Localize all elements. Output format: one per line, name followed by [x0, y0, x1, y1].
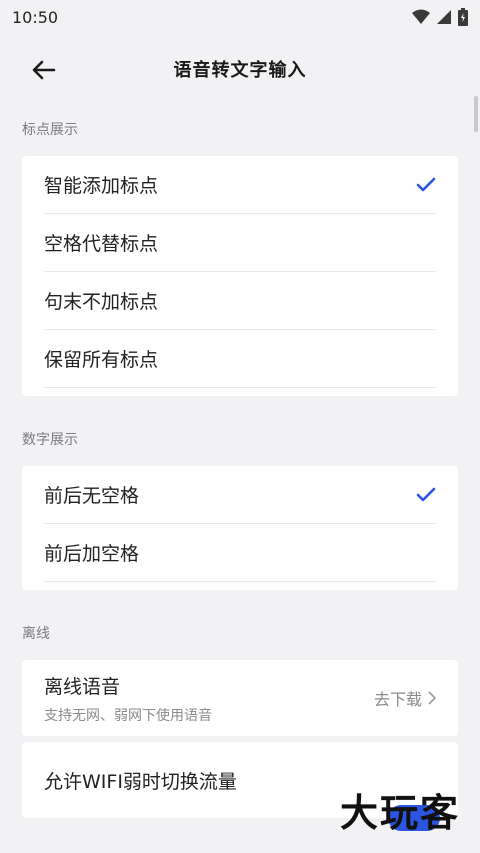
download-link[interactable]: 去下载: [374, 686, 436, 710]
punctuation-card: 智能添加标点 空格代替标点 句末不加标点 保留所有标点: [22, 156, 458, 396]
status-icons: [412, 8, 468, 26]
option-label: 空格代替标点: [44, 233, 159, 255]
page-title: 语音转文字输入: [173, 60, 307, 81]
option-no-end-punctuation[interactable]: 句末不加标点: [44, 272, 436, 330]
section-title-punctuation: 标点展示: [22, 122, 78, 138]
scrollbar[interactable]: [474, 96, 478, 132]
watermark-logo: 大玩客: [339, 790, 460, 835]
option-label: 句末不加标点: [44, 291, 159, 313]
arrow-left-icon: [32, 60, 56, 80]
offline-voice-label: 离线语音: [44, 675, 121, 698]
option-no-space[interactable]: 前后无空格: [44, 466, 436, 524]
wifi-switch-label: 允许WIFI弱时切换流量: [44, 770, 237, 793]
option-label: 保留所有标点: [44, 349, 159, 371]
offline-voice-description: 支持无网、弱网下使用语音: [44, 707, 212, 724]
checkmark-icon: [416, 487, 436, 503]
option-label: 前后无空格: [44, 485, 140, 507]
signal-icon: [437, 10, 451, 24]
battery-icon: [458, 8, 468, 26]
offline-voice-row[interactable]: 离线语音 支持无网、弱网下使用语音 去下载: [44, 660, 436, 736]
download-label: 去下载: [373, 690, 422, 709]
checkmark-icon: [416, 177, 436, 193]
option-smart-punctuation[interactable]: 智能添加标点: [44, 156, 436, 214]
option-label: 前后加空格: [44, 543, 140, 565]
option-space-punctuation[interactable]: 空格代替标点: [44, 214, 436, 272]
option-keep-all-punctuation[interactable]: 保留所有标点: [44, 330, 436, 388]
option-label: 智能添加标点: [44, 175, 159, 197]
chevron-right-icon: [428, 691, 436, 705]
numbers-card: 前后无空格 前后加空格: [22, 466, 458, 590]
status-bar: 10:50: [0, 0, 480, 34]
offline-voice-card: 离线语音 支持无网、弱网下使用语音 去下载: [22, 660, 458, 736]
app-bar: 语音转文字输入: [0, 34, 480, 104]
wifi-icon: [412, 9, 430, 24]
section-title-offline: 离线: [22, 626, 50, 642]
back-button[interactable]: [28, 56, 60, 84]
status-time: 10:50: [12, 7, 59, 27]
option-add-space[interactable]: 前后加空格: [44, 524, 436, 582]
section-title-numbers: 数字展示: [22, 432, 78, 448]
